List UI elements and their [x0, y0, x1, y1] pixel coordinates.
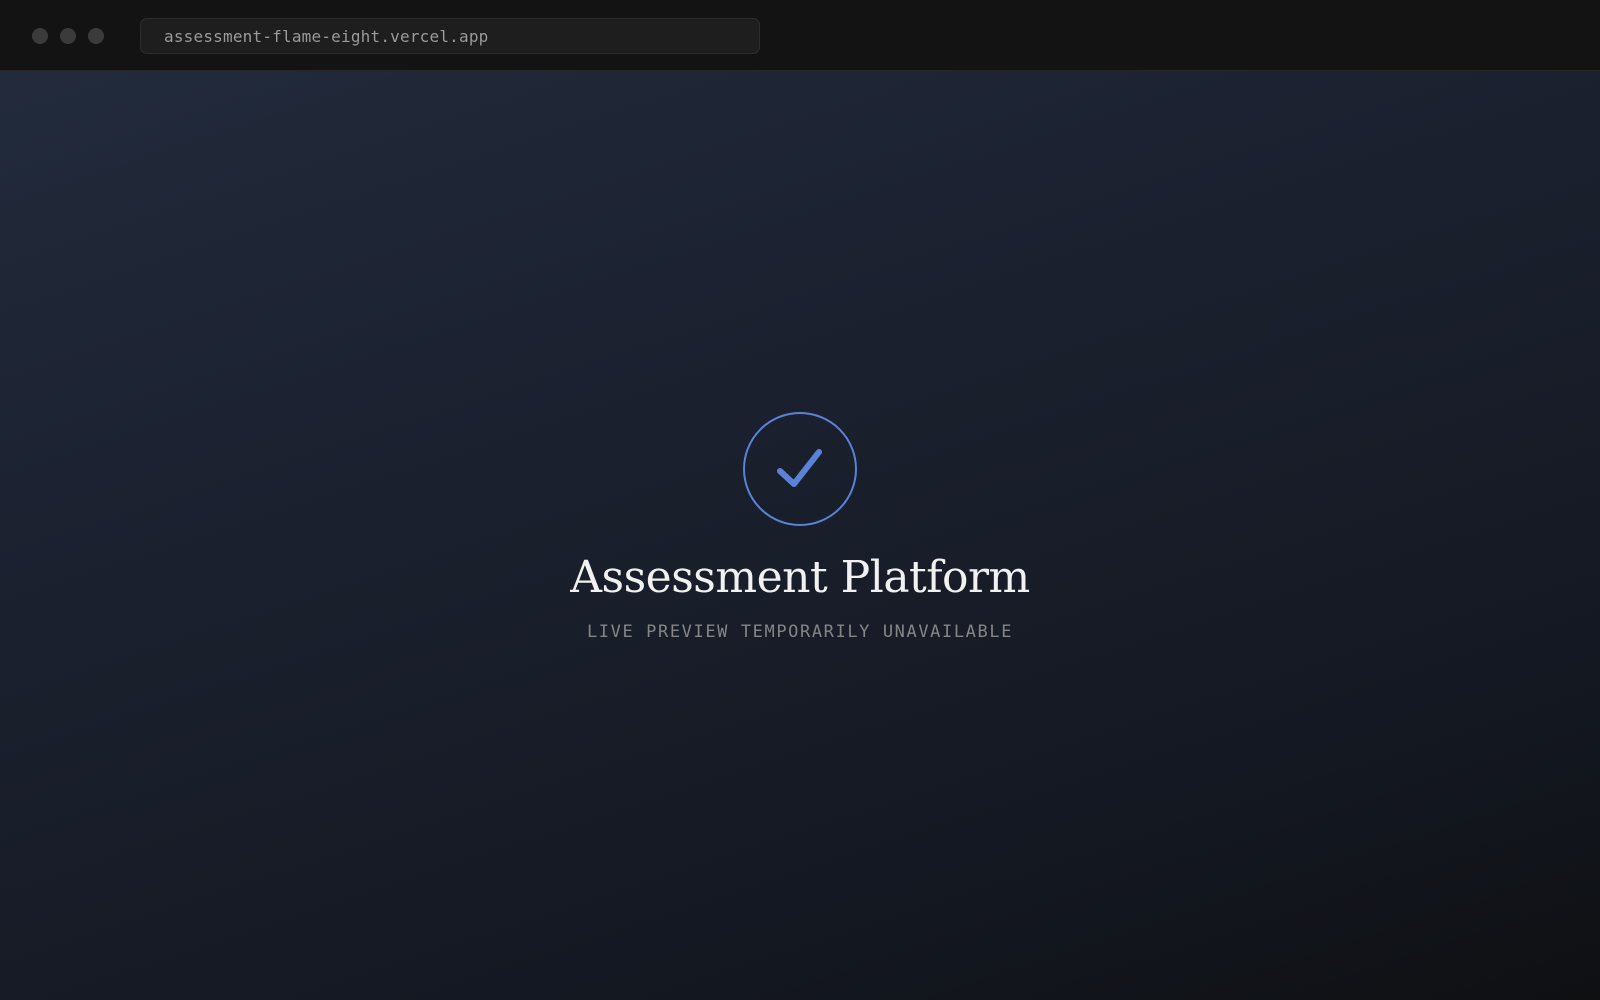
status-panel: Assessment Platform LIVE PREVIEW TEMPORA…: [0, 412, 1600, 642]
address-bar[interactable]: assessment-flame-eight.vercel.app: [140, 18, 760, 54]
window-maximize-button[interactable]: [88, 28, 104, 44]
address-url-text: assessment-flame-eight.vercel.app: [164, 26, 489, 46]
status-subtitle: LIVE PREVIEW TEMPORARILY UNAVAILABLE: [586, 622, 1014, 643]
checkmark-circle-icon: [743, 412, 857, 526]
window-minimize-button[interactable]: [60, 28, 76, 44]
page-title: Assessment Platform: [570, 552, 1030, 603]
browser-chrome: assessment-flame-eight.vercel.app: [0, 0, 1600, 71]
checkmark-icon: [777, 449, 822, 487]
page-viewport: Assessment Platform LIVE PREVIEW TEMPORA…: [0, 71, 1600, 1000]
window-close-button[interactable]: [32, 28, 48, 44]
